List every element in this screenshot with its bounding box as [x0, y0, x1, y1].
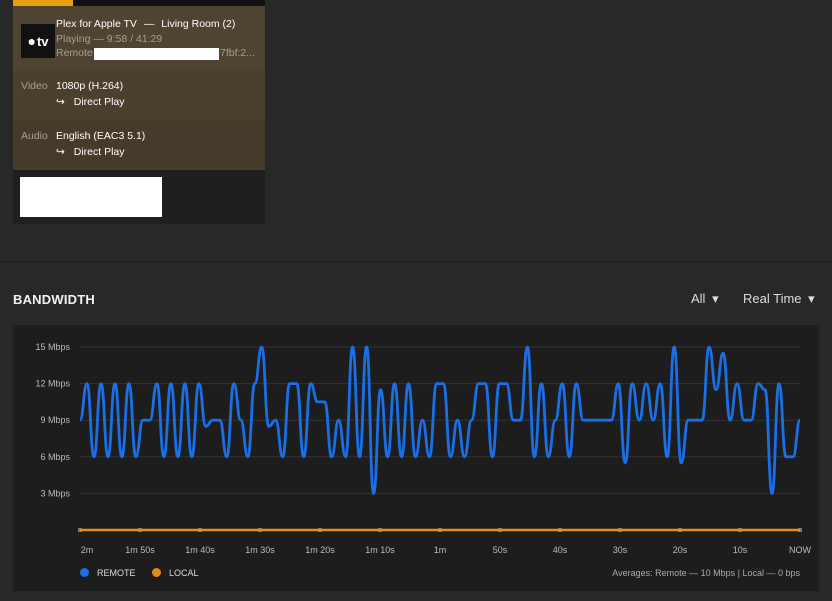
y-tick-label: 15 Mbps: [35, 342, 70, 352]
y-tick-label: 9 Mbps: [40, 415, 70, 425]
bandwidth-averages: Averages: Remote — 10 Mbps | Local — 0 b…: [612, 568, 800, 578]
session-card[interactable]: ● tv Plex for Apple TV — Living Room (2) …: [13, 0, 265, 224]
section-divider: [0, 261, 832, 262]
bandwidth-chart: 15 Mbps 12 Mbps 9 Mbps 6 Mbps 3 Mbps 2m 1m 50s…: [35, 342, 812, 555]
y-tick-label: 3 Mbps: [40, 488, 70, 498]
x-tick-label: 10s: [733, 545, 748, 555]
audio-value: English (EAC3 5.1): [56, 130, 146, 142]
x-tick-label: 1m 20s: [305, 545, 335, 555]
legend-local[interactable]: LOCAL: [152, 568, 199, 578]
video-row: Video 1080p (H.264) ↪ Direct Play: [13, 70, 265, 120]
x-tick-label: 1m 40s: [185, 545, 215, 555]
y-tick-label: 12 Mbps: [35, 379, 70, 389]
x-tick-label: 1m 50s: [125, 545, 155, 555]
filter-all-dropdown[interactable]: All ▾: [691, 291, 719, 307]
audio-label: Audio: [21, 130, 48, 142]
time-range-label: Real Time: [743, 291, 802, 306]
x-tick-label: 40s: [553, 545, 568, 555]
remote-address-suffix: 7fbf:2...: [220, 47, 256, 59]
video-label: Video: [21, 80, 48, 92]
player-name: Plex for Apple TV: [56, 18, 137, 30]
y-tick-label: 6 Mbps: [40, 452, 70, 462]
x-tick-label: 2m: [81, 545, 94, 555]
remote-label: Remote: [56, 47, 93, 59]
legend-remote[interactable]: REMOTE: [80, 568, 136, 578]
bandwidth-chart-panel: 15 Mbps 12 Mbps 9 Mbps 6 Mbps 3 Mbps 2m 1m 50s…: [13, 325, 819, 591]
chevron-down-icon: ▾: [808, 291, 815, 306]
legend-remote-label: REMOTE: [97, 568, 136, 578]
x-tick-label: 20s: [673, 545, 688, 555]
remote-dot-icon: [80, 568, 89, 577]
audio-mode: Direct Play: [73, 146, 125, 158]
title-separator: —: [143, 18, 155, 30]
x-tick-label: 1m 30s: [245, 545, 275, 555]
x-tick-label: 1m 10s: [365, 545, 395, 555]
x-tick-label: 50s: [493, 545, 508, 555]
apple-tv-icon: ● tv: [21, 24, 55, 58]
device-name: Living Room (2): [161, 18, 236, 30]
time-range-dropdown[interactable]: Real Time ▾: [743, 291, 815, 307]
video-value: 1080p (H.264): [56, 80, 124, 92]
local-dot-icon: [152, 568, 161, 577]
direct-play-arrow-icon: ↪: [56, 96, 65, 108]
chevron-down-icon: ▾: [712, 291, 719, 306]
x-tick-label: NOW: [789, 545, 812, 555]
video-mode: Direct Play: [73, 96, 125, 108]
redacted-address: [94, 48, 219, 60]
bandwidth-title: BANDWIDTH: [13, 292, 95, 307]
playback-state: Playing — 9:58 / 41:29: [56, 33, 163, 45]
filter-all-label: All: [691, 291, 706, 306]
legend-local-label: LOCAL: [169, 568, 199, 578]
redacted-user-block: [20, 177, 162, 217]
audio-row: Audio English (EAC3 5.1) ↪ Direct Play: [13, 120, 265, 170]
direct-play-arrow-icon: ↪: [56, 146, 65, 158]
x-tick-label: 1m: [434, 545, 447, 555]
x-tick-label: 30s: [613, 545, 628, 555]
